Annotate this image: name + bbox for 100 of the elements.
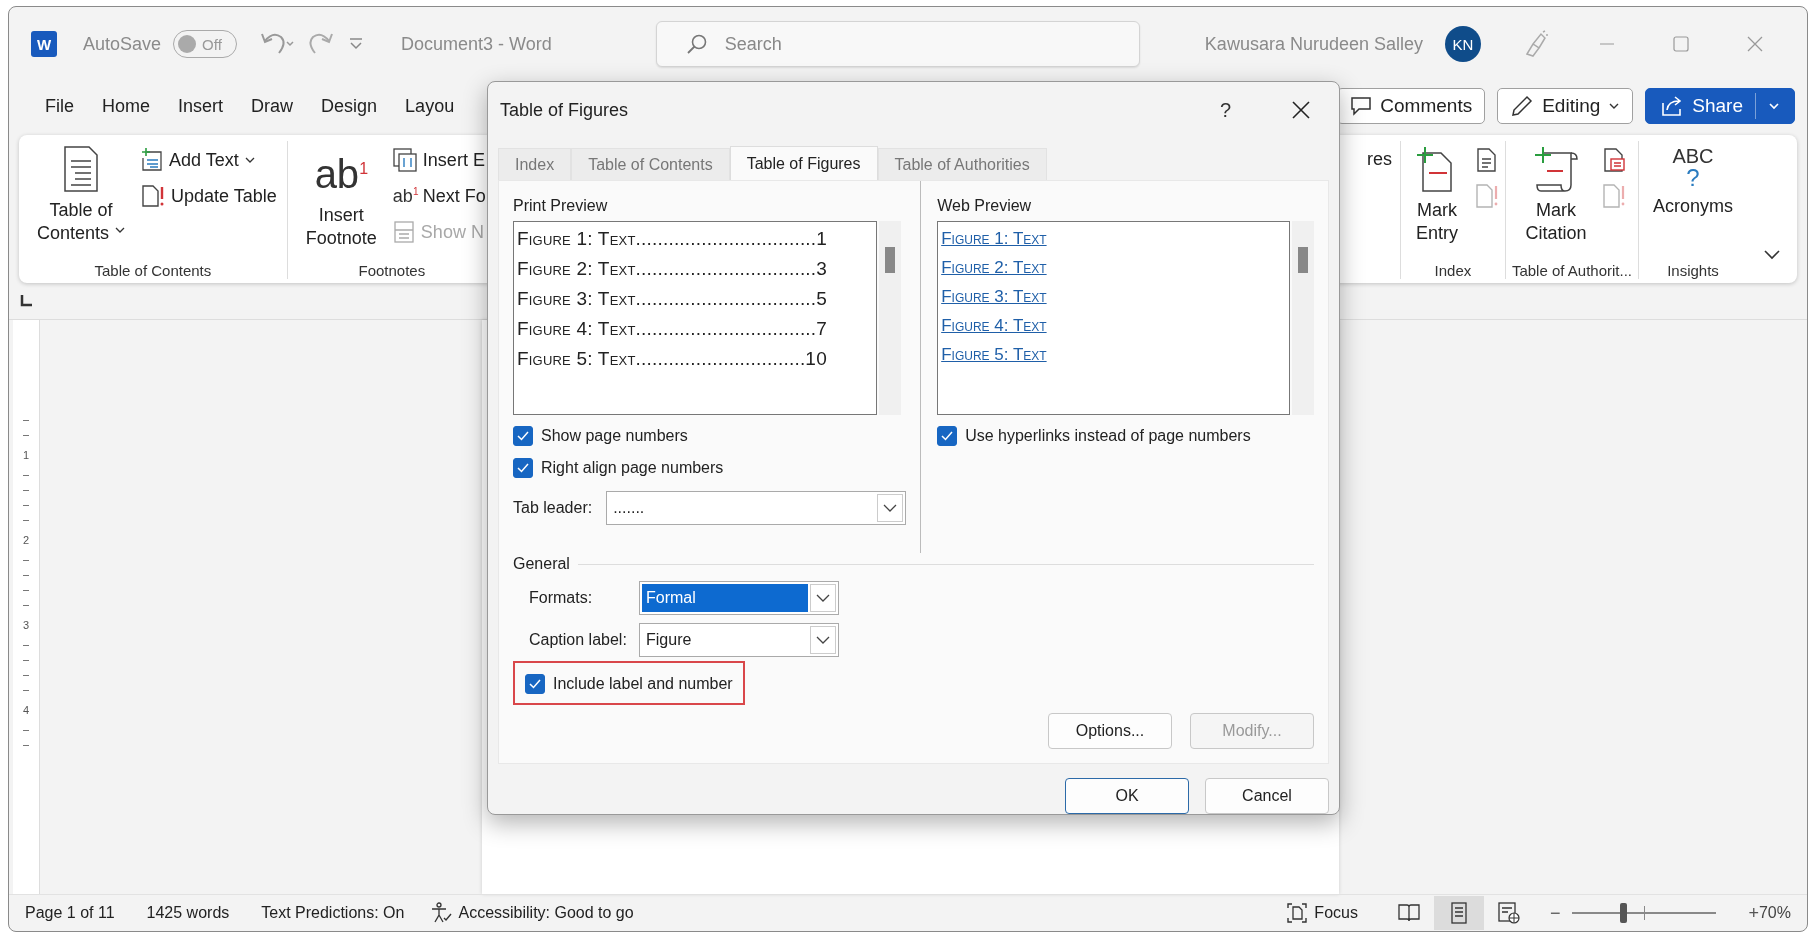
focus-button[interactable]: Focus: [1286, 902, 1358, 924]
page-icon: [1449, 902, 1468, 924]
group-label: Table of Contents: [94, 262, 212, 279]
group-label: Index: [1434, 262, 1472, 279]
menu-tab[interactable]: Draw: [237, 95, 308, 117]
book-icon: [1397, 903, 1420, 923]
accessibility-icon[interactable]: [430, 902, 453, 924]
checkbox[interactable]: [937, 426, 958, 446]
text-predictions-status[interactable]: Text Predictions: On: [261, 904, 405, 922]
menu-tab[interactable]: Insert: [164, 95, 238, 117]
document-icon[interactable]: [1602, 147, 1627, 173]
preview-link[interactable]: Figure 3: Text: [941, 282, 1287, 311]
zoom-slider[interactable]: [1572, 902, 1717, 924]
close-icon[interactable]: [1745, 34, 1765, 54]
dialog-button[interactable]: Cancel: [1205, 778, 1329, 814]
dialog-tab[interactable]: Table of Contents: [571, 148, 730, 180]
ribbon-button-label[interactable]: res: [1366, 149, 1400, 279]
autosave-label: AutoSave: [83, 33, 162, 55]
ribbon-small-button[interactable]: ab$^{1}$ Next Fo: [392, 179, 486, 213]
endnote-icon: [392, 148, 417, 172]
avatar[interactable]: KN: [1445, 26, 1481, 62]
scrollbar-thumb[interactable]: [885, 247, 895, 273]
section-label: Print Preview: [513, 197, 609, 215]
accessibility-status[interactable]: Accessibility: Good to go: [458, 904, 634, 922]
dialog-tab[interactable]: Table of Authorities: [877, 148, 1047, 180]
dialog-button[interactable]: OK: [1065, 778, 1189, 814]
menu-tab[interactable]: Layou: [391, 95, 469, 117]
vertical-ruler: 1 2 3 4: [13, 320, 40, 894]
ribbon-large-button[interactable]: ABC ? Acronyms: [1645, 141, 1741, 222]
dropdown-value: Figure: [645, 630, 693, 650]
section-label: General: [513, 555, 570, 573]
focus-icon: [1286, 902, 1309, 924]
zoom-level[interactable]: 70%: [1758, 904, 1791, 922]
comment-icon: [1350, 96, 1373, 116]
search-field[interactable]: Search: [655, 21, 1140, 67]
section-label: Web Preview: [937, 197, 1033, 215]
checkbox[interactable]: [513, 458, 533, 478]
field-label: Caption label:: [529, 631, 628, 649]
ribbon-large-button[interactable]: Mark Citation: [1517, 141, 1595, 249]
preview-entry: Figure 4: Text.................................7: [517, 317, 829, 341]
editing-button[interactable]: Editing: [1497, 88, 1634, 124]
search-icon: [685, 33, 708, 55]
dialog-tab[interactable]: Index: [498, 148, 572, 180]
checkmark-icon: [940, 430, 955, 442]
chevron-down-icon[interactable]: [1763, 249, 1781, 261]
field-label: Formats:: [529, 589, 594, 607]
checkbox-label[interactable]: Include label and number: [553, 675, 733, 693]
mark-citation-icon: [1532, 145, 1579, 193]
ribbon-large-button[interactable]: Mark Entry: [1406, 141, 1467, 249]
menu-tab[interactable]: Design: [307, 95, 392, 117]
page-count[interactable]: Page 1 of 11: [25, 904, 115, 922]
document-icon[interactable]: [1474, 147, 1499, 173]
preview-link[interactable]: Figure 2: Text: [941, 253, 1287, 282]
preview-entry: Figure 2: Text.................................3: [517, 257, 829, 281]
word-count[interactable]: 1425 words: [146, 904, 230, 922]
dropdown[interactable]: Formal: [639, 581, 839, 615]
checkbox-label[interactable]: Right align page numbers: [541, 459, 724, 477]
word-logo-icon[interactable]: W: [31, 31, 57, 57]
dialog-tab[interactable]: Table of Figures: [729, 146, 878, 180]
close-icon: [1292, 101, 1310, 119]
add-text-icon: [141, 148, 164, 172]
ribbon-small-button[interactable]: Insert E: [392, 143, 486, 177]
ribbon-small-button[interactable]: Add Text: [141, 143, 277, 177]
chevron-down-icon: [816, 635, 830, 645]
ribbon-small-button[interactable]: Update Table: [141, 179, 277, 213]
ribbon-large-button[interactable]: Table of Contents: [29, 141, 134, 249]
zoom-out-button[interactable]: −: [1549, 902, 1561, 924]
chevron-down-icon: [1768, 102, 1780, 110]
preview-link[interactable]: Figure 5: Text: [941, 340, 1287, 369]
preview-entry: Figure 1: Text.................................1: [517, 227, 829, 251]
checkbox-label[interactable]: Show page numbers: [541, 427, 688, 445]
checkmark-icon: [528, 678, 542, 690]
zoom-slider-thumb[interactable]: [1619, 903, 1627, 923]
tab-leader-dropdown[interactable]: .......: [606, 491, 907, 525]
menu-tab[interactable]: Home: [88, 95, 165, 117]
footnote-icon: ab$^{1}$: [314, 145, 369, 199]
tab-stop-icon[interactable]: [19, 294, 33, 308]
view-button[interactable]: [1433, 896, 1484, 930]
preview-link[interactable]: Figure 4: Text: [941, 311, 1287, 340]
checkbox-label[interactable]: Use hyperlinks instead of page numbers: [965, 427, 1251, 445]
web-layout-icon: [1497, 902, 1520, 924]
dropdown[interactable]: Figure: [639, 623, 839, 657]
dropdown-value: Formal: [642, 584, 808, 612]
field-label: Tab leader:: [513, 499, 593, 517]
scrollbar-thumb[interactable]: [1298, 247, 1309, 273]
chevron-down-icon: [244, 156, 255, 164]
menu-tab[interactable]: File: [31, 95, 88, 117]
acronyms-icon: ABC ?: [1672, 145, 1714, 189]
user-name: Kawusara Nurudeen Salley: [1204, 33, 1423, 55]
dialog-button[interactable]: Options...: [1048, 713, 1172, 749]
checkbox[interactable]: [525, 674, 545, 694]
checkbox[interactable]: [513, 426, 533, 446]
preview-link[interactable]: Figure 1: Text: [941, 224, 1287, 253]
help-button[interactable]: ?: [1219, 98, 1231, 122]
zoom-in-button[interactable]: +: [1748, 902, 1759, 924]
ribbon-large-button[interactable]: ab$^{1}$ Insert Footnote: [297, 141, 385, 255]
comments-button[interactable]: Comments: [1337, 88, 1486, 124]
share-button[interactable]: Share: [1645, 88, 1795, 124]
preview-entry: Figure 5: Text...............................10: [517, 347, 828, 371]
document-alert-icon: [141, 184, 166, 208]
